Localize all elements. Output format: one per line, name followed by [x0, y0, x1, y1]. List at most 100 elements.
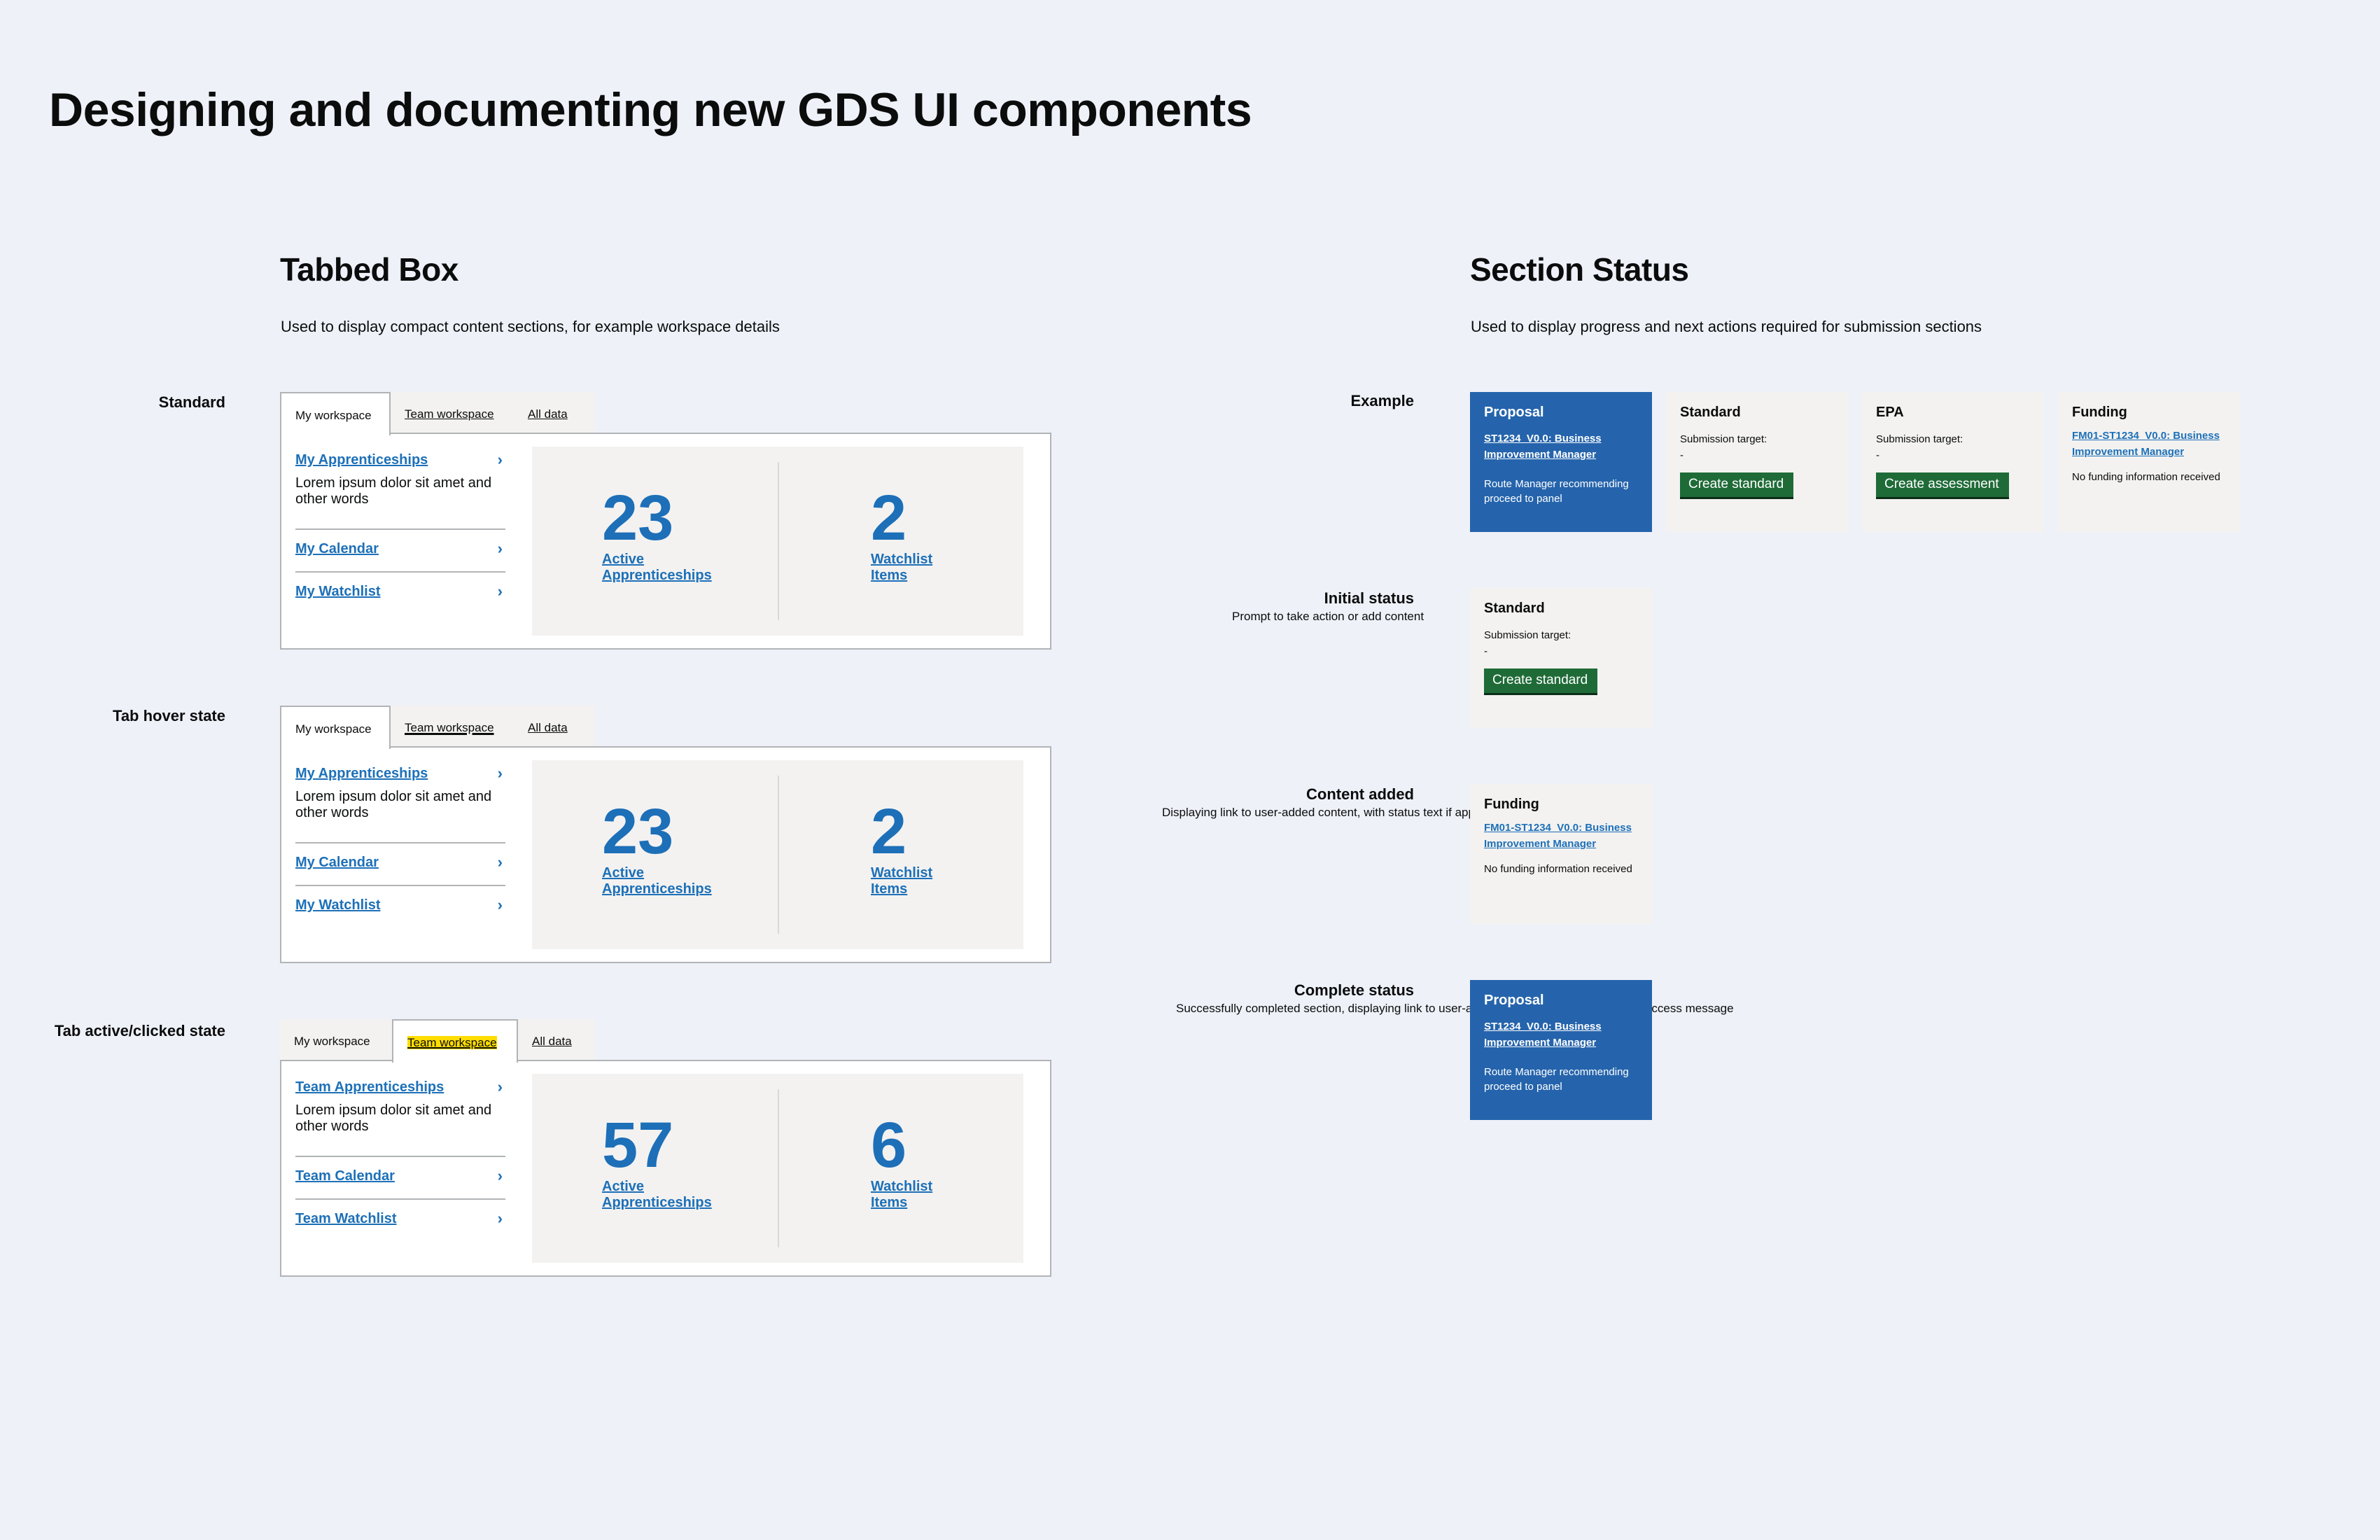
card-value: -	[1876, 449, 1879, 461]
create-standard-button[interactable]: Create standard	[1680, 472, 1794, 497]
chevron-right-icon: ›	[497, 896, 503, 913]
tab-label: All data	[528, 407, 568, 421]
section-status-title: Section Status	[1470, 251, 1689, 288]
variant-label-hover: Tab hover state	[113, 707, 225, 724]
nav-link[interactable]: My Calendar	[295, 541, 505, 557]
create-assessment-button[interactable]: Create assessment	[1876, 472, 2009, 497]
card-link[interactable]: FM01-ST1234_V0.0: Business Improvement M…	[2072, 428, 2226, 460]
status-card-epa: EPA Submission target: - Create assessme…	[1862, 392, 2044, 532]
nav-list: My Apprenticeships › Lorem ipsum dolor s…	[295, 451, 505, 600]
nav-item[interactable]: Team Watchlist ›	[295, 1200, 505, 1227]
status-card-proposal: Proposal ST1234_V0.0: Business Improveme…	[1470, 392, 1652, 532]
nav-item[interactable]: My Calendar ›	[295, 844, 505, 886]
stat-label[interactable]: Watchlist Items	[871, 552, 932, 584]
status-card-funding: Funding FM01-ST1234_V0.0: Business Impro…	[2058, 392, 2240, 532]
tab-my-workspace[interactable]: My workspace	[280, 1019, 392, 1060]
card-link[interactable]: FM01-ST1234_V0.0: Business Improvement M…	[1484, 820, 1638, 852]
chevron-right-icon: ›	[497, 582, 503, 600]
row-description: Displaying link to user-added content, w…	[1162, 806, 1509, 819]
tab-panel: My Apprenticeships › Lorem ipsum dolor s…	[280, 433, 1051, 650]
tab-label: All data	[532, 1035, 572, 1048]
nav-link[interactable]: Team Apprenticeships	[295, 1079, 505, 1096]
nav-list: Team Apprenticeships › Lorem ipsum dolor…	[295, 1078, 505, 1227]
status-card-proposal-complete: Proposal ST1234_V0.0: Business Improveme…	[1470, 980, 1652, 1120]
stat-watchlist-items[interactable]: 2 Watchlist Items	[871, 482, 932, 584]
section-status-description: Used to display progress and next action…	[1471, 318, 1982, 335]
nav-item[interactable]: Team Calendar ›	[295, 1157, 505, 1200]
stat-watchlist-items[interactable]: 2 Watchlist Items	[871, 799, 932, 897]
tab-my-workspace[interactable]: My workspace	[280, 392, 391, 435]
row-label-example: Example	[1350, 392, 1415, 410]
stat-value: 6	[871, 1110, 907, 1181]
stat-label[interactable]: Active Apprenticeships	[602, 552, 712, 584]
tab-team-workspace[interactable]: Team workspace	[391, 706, 514, 746]
card-link[interactable]: ST1234_V0.0: Business Improvement Manage…	[1484, 1018, 1638, 1051]
tabbed-box-title: Tabbed Box	[280, 251, 458, 288]
card-link[interactable]: ST1234_V0.0: Business Improvement Manage…	[1484, 430, 1638, 463]
stat-label[interactable]: Active Apprenticeships	[602, 1179, 712, 1211]
tab-all-data[interactable]: All data	[514, 392, 595, 433]
stat-value: 23	[602, 796, 674, 867]
stat-watchlist-items[interactable]: 6 Watchlist Items	[871, 1110, 932, 1211]
tab-team-workspace[interactable]: Team workspace	[391, 392, 514, 433]
tab-label: Team workspace	[405, 407, 494, 421]
nav-item[interactable]: My Apprenticeships › Lorem ipsum dolor s…	[295, 451, 505, 530]
nav-item[interactable]: My Watchlist ›	[295, 886, 505, 913]
tab-all-data[interactable]: All data	[518, 1019, 595, 1060]
card-value: -	[1484, 645, 1488, 657]
stat-label[interactable]: Active Apprenticeships	[602, 865, 712, 897]
nav-link[interactable]: My Watchlist	[295, 584, 505, 600]
tab-label: My workspace	[295, 722, 372, 736]
stat-active-apprenticeships[interactable]: 57 Active Apprenticeships	[602, 1113, 712, 1211]
stat-divider	[778, 462, 779, 620]
nav-link[interactable]: Team Calendar	[295, 1168, 505, 1184]
nav-description: Lorem ipsum dolor sit amet and other wor…	[295, 789, 492, 820]
tab-label: My workspace	[295, 409, 372, 422]
nav-link[interactable]: My Apprenticeships	[295, 766, 505, 782]
card-label: Submission target:	[1876, 433, 1963, 445]
create-standard-button[interactable]: Create standard	[1484, 668, 1598, 693]
nav-item[interactable]: My Watchlist ›	[295, 573, 505, 600]
nav-item[interactable]: My Calendar ›	[295, 530, 505, 573]
chevron-right-icon: ›	[497, 853, 503, 871]
stat-active-apprenticeships[interactable]: 23 Active Apprenticeships	[602, 482, 712, 584]
tabbed-box-active: My workspace Team workspace All data Tea…	[280, 1019, 1051, 1277]
nav-link[interactable]: My Watchlist	[295, 897, 505, 913]
tab-label: My workspace	[294, 1035, 370, 1048]
row-description: Prompt to take action or add content	[1232, 610, 1424, 623]
stat-value: 23	[602, 482, 674, 554]
status-card-funding-content: Funding FM01-ST1234_V0.0: Business Impro…	[1470, 784, 1652, 924]
stat-value: 2	[871, 482, 907, 554]
stat-label[interactable]: Watchlist Items	[871, 865, 932, 897]
nav-link[interactable]: My Apprenticeships	[295, 452, 505, 468]
variant-label-standard: Standard	[158, 393, 225, 411]
card-title: Funding	[2072, 405, 2127, 420]
nav-link[interactable]: Team Watchlist	[295, 1211, 505, 1227]
row-title: Initial status	[1324, 589, 1414, 607]
row-title: Complete status	[1294, 981, 1414, 999]
nav-description: Lorem ipsum dolor sit amet and other wor…	[295, 1102, 492, 1134]
chevron-right-icon: ›	[497, 1167, 503, 1184]
nav-item[interactable]: Team Apprenticeships › Lorem ipsum dolor…	[295, 1078, 505, 1157]
card-status-text: Route Manager recommending proceed to pa…	[1484, 1066, 1629, 1093]
stat-active-apprenticeships[interactable]: 23 Active Apprenticeships	[602, 796, 712, 897]
tab-label: Team workspace	[405, 721, 494, 734]
stats-panel: 23 Active Apprenticeships 2 Watchlist It…	[532, 760, 1023, 949]
stat-label[interactable]: Watchlist Items	[871, 1179, 932, 1211]
page-title: Designing and documenting new GDS UI com…	[49, 83, 1252, 136]
card-label: Submission target:	[1680, 433, 1768, 445]
tab-my-workspace[interactable]: My workspace	[280, 706, 391, 749]
nav-link[interactable]: My Calendar	[295, 855, 505, 871]
tab-all-data[interactable]: All data	[514, 706, 595, 746]
chevron-right-icon: ›	[497, 1210, 503, 1227]
status-card-standard: Standard Submission target: - Create sta…	[1666, 392, 1848, 532]
tab-label: Team workspace	[407, 1036, 497, 1049]
tab-team-workspace[interactable]: Team workspace	[392, 1019, 518, 1063]
tabbed-box-standard: My workspace Team workspace All data My …	[280, 392, 1051, 650]
card-title: Proposal	[1484, 405, 1544, 420]
stats-panel: 23 Active Apprenticeships 2 Watchlist It…	[532, 447, 1023, 636]
variant-label-active: Tab active/clicked state	[54, 1022, 225, 1040]
nav-item[interactable]: My Apprenticeships › Lorem ipsum dolor s…	[295, 764, 505, 844]
chevron-right-icon: ›	[497, 764, 503, 782]
tab-panel: Team Apprenticeships › Lorem ipsum dolor…	[280, 1060, 1051, 1277]
